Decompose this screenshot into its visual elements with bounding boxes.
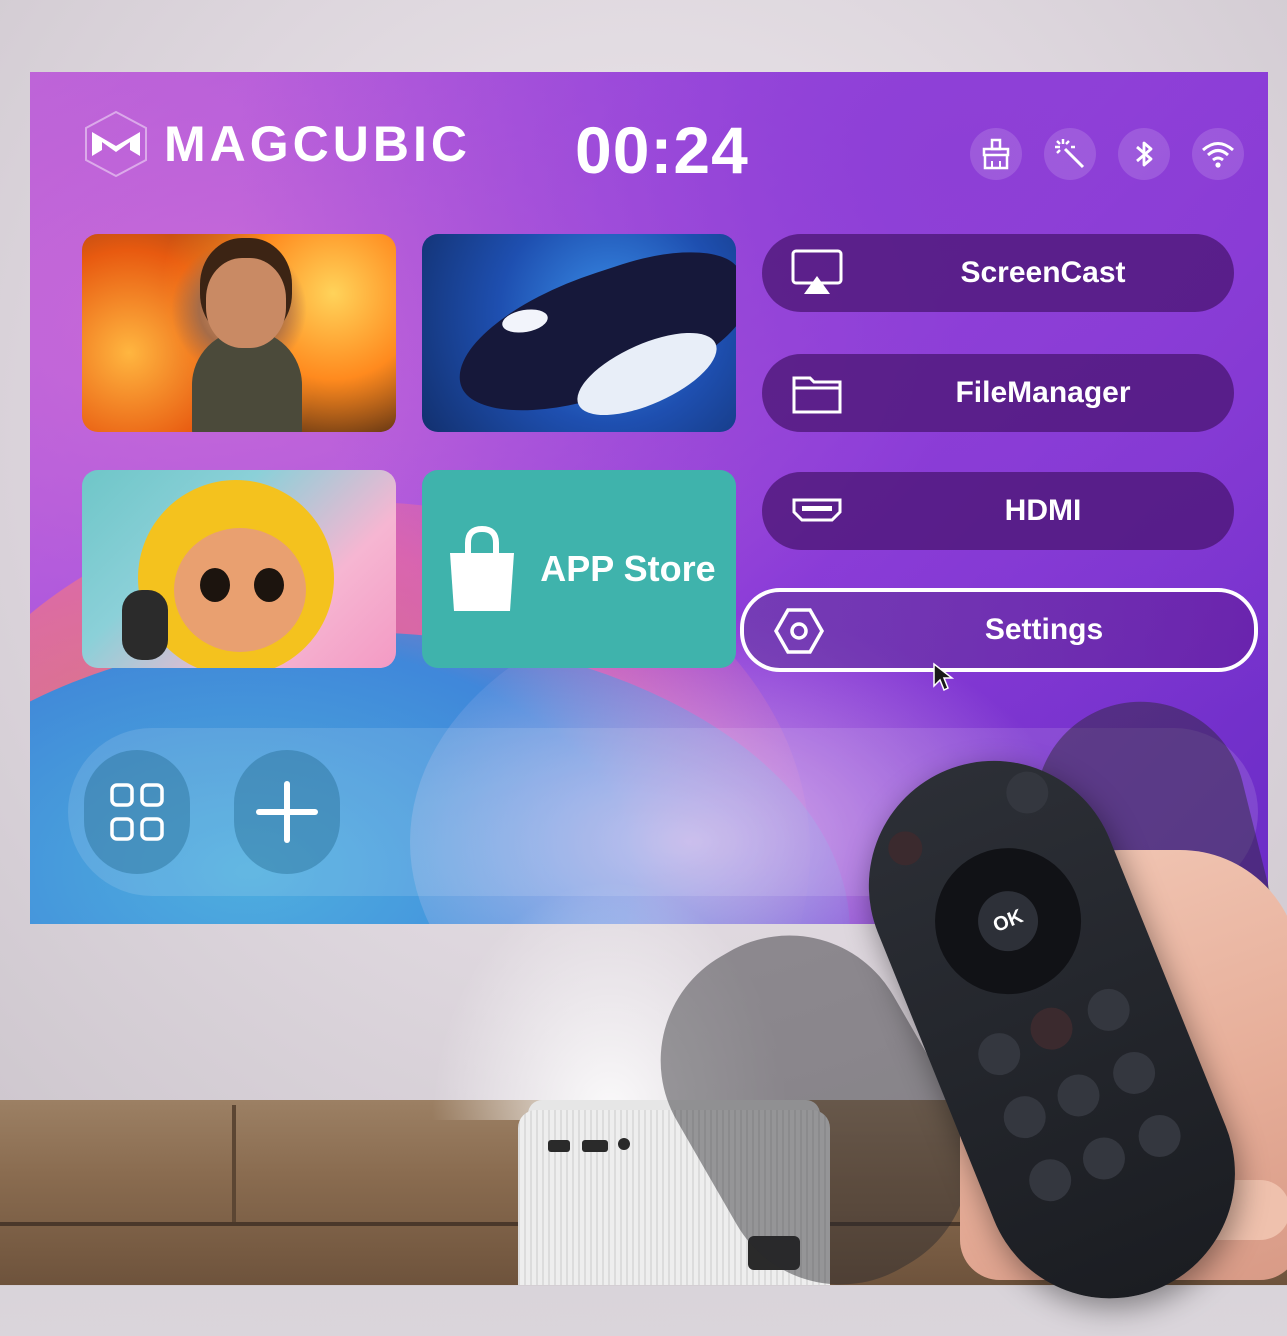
usb-port (548, 1140, 570, 1152)
cleaner-icon (982, 138, 1010, 170)
remote-mute-button (999, 765, 1055, 820)
shopping-bag-icon (450, 525, 515, 611)
remote-home-button (1076, 1131, 1132, 1186)
featured-tile-cat[interactable] (82, 470, 396, 668)
cat-thumbnail-face (174, 528, 306, 652)
wifi-icon (1202, 142, 1234, 168)
bluetooth-icon (1136, 141, 1153, 167)
bluetooth-button[interactable] (1118, 128, 1170, 180)
hdmi-port (582, 1140, 608, 1152)
remote-menu-button (1081, 982, 1136, 1038)
remote-mic-button (1024, 1001, 1079, 1057)
add-icon (256, 781, 318, 843)
add-app-button[interactable] (234, 750, 340, 874)
cat-thumbnail-eye-left (200, 568, 230, 602)
movie-thumbnail-face (206, 258, 286, 348)
magcubic-logo-icon (85, 110, 147, 178)
screencast-icon (790, 246, 844, 300)
featured-tile-orca[interactable] (422, 234, 736, 432)
settings-button[interactable]: Settings (740, 588, 1258, 672)
featured-tile-action-movie[interactable] (82, 234, 396, 432)
app-store-label: APP Store (540, 548, 716, 589)
cabinet-divider (232, 1105, 236, 1222)
app-store-tile[interactable]: APP Store (422, 470, 736, 668)
wifi-button[interactable] (1192, 128, 1244, 180)
status-bar (970, 128, 1244, 180)
remote-volume-down-button (1022, 1152, 1078, 1208)
remote-volume-up-button (997, 1089, 1053, 1145)
magic-button[interactable] (1044, 128, 1096, 180)
remote-mouse-button (1051, 1068, 1106, 1123)
cleaner-button[interactable] (970, 128, 1022, 180)
remote-back-button (971, 1026, 1027, 1082)
mouse-cursor-icon (933, 662, 954, 692)
folder-icon (790, 366, 844, 420)
cat-thumbnail-headphone (122, 590, 168, 660)
remote-rewind-button (1106, 1045, 1162, 1101)
remote-power-button (883, 826, 928, 871)
clock: 00:24 (575, 113, 749, 187)
remote-forward-button (1132, 1108, 1187, 1164)
all-apps-icon (110, 783, 164, 841)
brand-name: MAGCUBIC (164, 116, 471, 172)
hdmi-port-icon (790, 484, 844, 538)
brand-logo: MAGCUBIC (82, 110, 471, 178)
cat-thumbnail-eye-right (254, 568, 284, 602)
audio-jack (618, 1138, 630, 1150)
filemanager-button[interactable]: FileManager (762, 354, 1234, 432)
screencast-button[interactable]: ScreenCast (762, 234, 1234, 312)
hdmi-button[interactable]: HDMI (762, 472, 1234, 550)
magic-wand-icon (1055, 139, 1085, 169)
all-apps-button[interactable] (84, 750, 190, 874)
hexagon-settings-icon (772, 604, 826, 658)
